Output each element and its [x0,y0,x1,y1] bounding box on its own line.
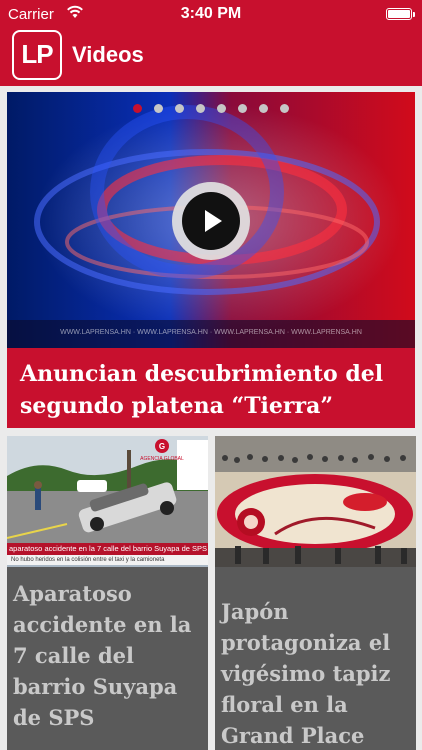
video-thumbnail [215,436,416,567]
carousel-dot[interactable] [154,104,163,113]
featured-video-card[interactable]: WWW.LAPRENSA.HN · WWW.LAPRENSA.HN · WWW.… [7,92,415,428]
sign-letter: G [159,442,165,451]
status-time: 3:40 PM [180,5,242,22]
battery-icon [386,8,415,20]
carousel-dot[interactable] [217,104,226,113]
carousel-dot[interactable] [259,104,268,113]
carousel-dot[interactable] [196,104,205,113]
video-thumbnail: G AGENCIA GLOBAL aparatoso accidente en … [7,436,208,567]
featured-video-title[interactable]: Anuncian descubrimiento del segundo plat… [20,358,405,422]
status-bar: Carrier 3:40 PM [0,0,422,30]
video-ticker: aparatoso accidente en la 7 calle del ba… [7,543,208,555]
carousel-page-indicator[interactable] [7,104,415,113]
play-button[interactable] [172,182,250,260]
flower-carpet-image [215,436,416,567]
video-title[interactable]: Japón protagoniza el vigésimo tapiz flor… [221,596,413,750]
carousel-dot[interactable] [133,104,142,113]
carousel-dot[interactable] [175,104,184,113]
nav-bar: Carrier 3:40 PM LP Videos [0,0,422,86]
video-ticker-subtitle: No hubo heridos en la colisión entre el … [7,555,208,565]
video-card[interactable]: G AGENCIA GLOBAL aparatoso accidente en … [7,436,208,750]
carousel-dot[interactable] [280,104,289,113]
video-title[interactable]: Aparatoso accidente en la 7 calle del ba… [13,578,205,733]
sign-text: AGENCIA GLOBAL [140,456,184,462]
carousel-dot[interactable] [238,104,247,113]
featured-video-thumbnail: WWW.LAPRENSA.HN · WWW.LAPRENSA.HN · WWW.… [7,92,415,348]
featured-banner-text: WWW.LAPRENSA.HN · WWW.LAPRENSA.HN · WWW.… [60,329,362,336]
video-card[interactable]: Japón protagoniza el vigésimo tapiz flor… [215,436,416,750]
app-logo[interactable]: LP [12,30,62,80]
play-icon [182,192,240,250]
page-title: Videos [72,42,144,67]
